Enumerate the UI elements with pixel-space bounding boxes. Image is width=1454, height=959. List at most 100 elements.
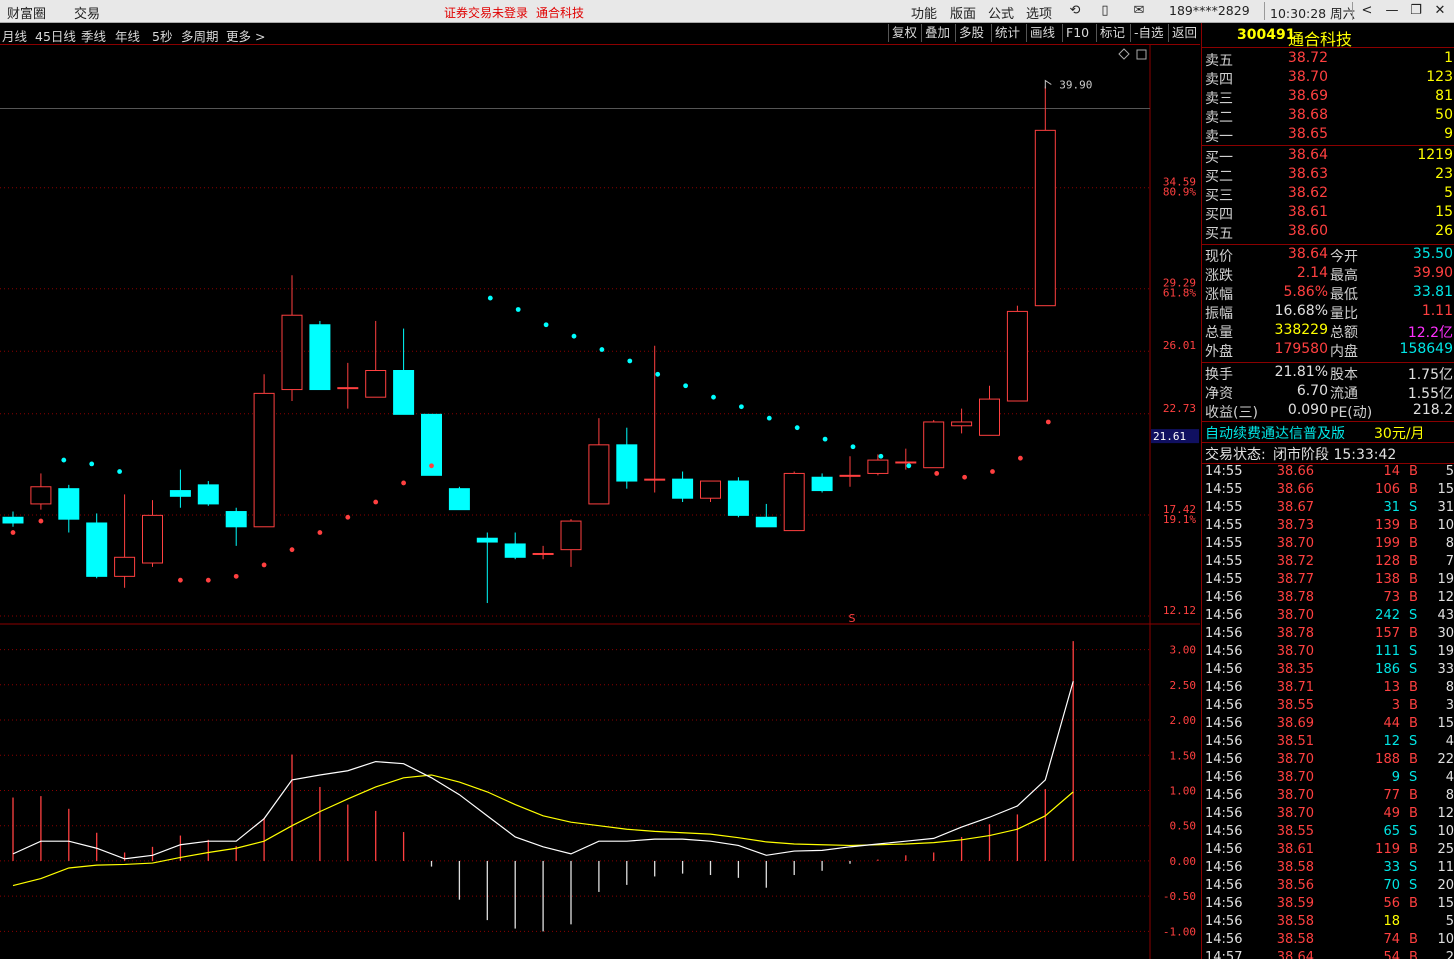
tick-row[interactable]: 14:55 38.66 14 B 5 — [1202, 464, 1454, 482]
tick-row[interactable]: 14:56 38.70 242 S 43 — [1202, 608, 1454, 626]
tick-row[interactable]: 14:55 38.66 106 B 15 — [1202, 482, 1454, 500]
candle-body — [2, 516, 24, 524]
period-quarter[interactable]: 季线 — [81, 26, 106, 45]
tick-time: 14:56 — [1205, 788, 1243, 803]
tick-time: 14:56 — [1205, 878, 1243, 893]
sar-dot — [794, 425, 800, 431]
tick-row[interactable]: 14:56 38.51 12 S 4 — [1202, 734, 1454, 752]
minimize-icon[interactable]: — — [1383, 2, 1401, 20]
kline-chart[interactable]: 39.9034.5980.9%29.2961.8%26.0122.7317.42… — [0, 44, 1200, 959]
tick-time: 14:56 — [1205, 824, 1243, 839]
phone-icon[interactable]: ▯ — [1096, 2, 1114, 20]
fundamental-value: 0.090 — [1287, 402, 1328, 418]
btn-self-select[interactable]: -自选 — [1130, 24, 1167, 42]
refresh-icon[interactable]: ⟲ — [1066, 2, 1084, 20]
tick-time: 14:56 — [1205, 698, 1243, 713]
period-year[interactable]: 年线 — [115, 26, 140, 45]
tick-row[interactable]: 14:56 38.70 49 B 12 — [1202, 806, 1454, 824]
tick-row[interactable]: 14:55 38.67 31 S 31 — [1202, 500, 1454, 518]
ask-book: 卖五 38.72 1 卖四 38.70 123 卖三 38.69 81 卖二 38.68 50 卖一 38… — [1202, 50, 1454, 146]
tick-row[interactable]: 14:56 38.71 13 B 8 — [1202, 680, 1454, 698]
sar-dot — [317, 530, 323, 535]
tick-row[interactable]: 14:56 38.59 56 B 15 — [1202, 896, 1454, 914]
tick-side: B — [1409, 932, 1418, 947]
tick-side: B — [1409, 482, 1418, 497]
tick-time: 14:56 — [1205, 590, 1243, 605]
bid-volume: 1219 — [1417, 147, 1453, 163]
tick-row[interactable]: 14:56 38.55 65 S 10 — [1202, 824, 1454, 842]
bid-label: 买三 — [1205, 188, 1233, 204]
menu-layout[interactable]: 版面 — [950, 3, 976, 22]
tick-side: B — [1409, 896, 1418, 911]
mail-icon[interactable]: ✉ — [1130, 2, 1148, 20]
tick-time: 14:56 — [1205, 734, 1243, 749]
promo-row[interactable]: 自动续费通达信普及版 30元/月 — [1202, 422, 1454, 443]
tick-row[interactable]: 14:56 38.70 9 S 4 — [1202, 770, 1454, 788]
tick-row[interactable]: 14:56 38.55 3 B 3 — [1202, 698, 1454, 716]
tick-list[interactable]: 14:55 38.66 14 B 5 14:55 38.66 106 B 15 14:55 38.67… — [1202, 464, 1454, 959]
btn-return[interactable]: 返回 — [1168, 24, 1200, 42]
close-icon[interactable]: ✕ — [1431, 2, 1449, 20]
tick-row[interactable]: 14:56 38.70 188 B 22 — [1202, 752, 1454, 770]
candle-body — [281, 314, 303, 391]
period-month[interactable]: 月线 — [2, 26, 27, 45]
tick-row[interactable]: 14:56 38.58 33 S 11 — [1202, 860, 1454, 878]
tick-row[interactable]: 14:57 38.64 54 B 2 — [1202, 950, 1454, 959]
login-warning[interactable]: 证券交易未登录 — [444, 4, 528, 21]
high-marker-label: 39.90 — [1059, 78, 1092, 91]
tick-row[interactable]: 14:56 38.70 77 B 8 — [1202, 788, 1454, 806]
menu-trade[interactable]: 交易 — [74, 3, 100, 22]
ask-volume: 9 — [1444, 126, 1453, 142]
tick-count: 10 — [1437, 518, 1454, 533]
tick-price: 38.51 — [1276, 734, 1314, 749]
split-marker-icon: S — [849, 612, 856, 625]
period-5sec[interactable]: 5秒 — [152, 26, 172, 45]
btn-overlay[interactable]: 叠加 — [921, 24, 953, 42]
menu-formula[interactable]: 公式 — [988, 3, 1014, 22]
tick-row[interactable]: 14:56 38.78 73 B 12 — [1202, 590, 1454, 608]
fundamental-label: 换手 — [1205, 367, 1233, 383]
tick-row[interactable]: 14:55 38.73 139 B 10 — [1202, 518, 1454, 536]
promo-price[interactable]: 30元/月 — [1374, 423, 1425, 443]
tick-side: B — [1409, 536, 1418, 551]
tick-price: 38.67 — [1276, 500, 1314, 515]
btn-multistock[interactable]: 多股 — [955, 24, 987, 42]
btn-mark[interactable]: 标记 — [1096, 24, 1128, 42]
btn-f10[interactable]: F10 — [1062, 24, 1092, 42]
tick-row[interactable]: 14:56 38.78 157 B 30 — [1202, 626, 1454, 644]
menu-options[interactable]: 选项 — [1026, 3, 1052, 22]
period-more[interactable]: 更多 > — [226, 26, 265, 45]
tick-row[interactable]: 14:56 38.70 111 S 19 — [1202, 644, 1454, 662]
tick-volume: 56 — [1383, 896, 1400, 911]
menu-caifuquan[interactable]: 财富圈 — [7, 3, 46, 22]
ask-price: 38.72 — [1287, 50, 1328, 66]
bid-book: 买一 38.64 1219 买二 38.63 23 买三 38.62 5 买四 38.61 15 买五 3… — [1202, 147, 1454, 245]
price-axis-label: 22.73 — [1163, 402, 1196, 415]
user-phone[interactable]: 189****2829 — [1169, 3, 1250, 18]
tick-row[interactable]: 14:56 38.69 44 B 15 — [1202, 716, 1454, 734]
tick-row[interactable]: 14:56 38.61 119 B 25 — [1202, 842, 1454, 860]
candle-body — [476, 537, 498, 543]
tick-row[interactable]: 14:56 38.35 186 S 33 — [1202, 662, 1454, 680]
tick-row[interactable]: 14:55 38.77 138 B 19 — [1202, 572, 1454, 590]
back-icon[interactable]: < — [1358, 2, 1376, 20]
btn-fuquan[interactable]: 复权 — [888, 24, 920, 42]
tick-row[interactable]: 14:55 38.70 199 B 8 — [1202, 536, 1454, 554]
tick-row[interactable]: 14:56 38.56 70 S 20 — [1202, 878, 1454, 896]
tick-volume: 13 — [1383, 680, 1400, 695]
ask-price: 38.65 — [1287, 126, 1328, 142]
restore-icon[interactable]: ❐ — [1407, 2, 1425, 20]
tick-row[interactable]: 14:56 38.58 18 5 — [1202, 914, 1454, 932]
promo-text[interactable]: 自动续费通达信普及版 — [1205, 423, 1345, 443]
period-45day[interactable]: 45日线 — [35, 26, 76, 45]
btn-draw[interactable]: 画线 — [1026, 24, 1058, 42]
btn-stats[interactable]: 统计 — [991, 24, 1023, 42]
tick-count: 5 — [1445, 464, 1454, 479]
tick-row[interactable]: 14:56 38.58 74 B 10 — [1202, 932, 1454, 950]
period-multi[interactable]: 多周期 — [181, 26, 219, 45]
tick-time: 14:56 — [1205, 680, 1243, 695]
menu-function[interactable]: 功能 — [911, 3, 937, 22]
tick-row[interactable]: 14:55 38.72 128 B 7 — [1202, 554, 1454, 572]
top-menu-bar: 财富圈 交易 证券交易未登录 通合科技 功能 版面 公式 选项 ⟲ ▯ ✉ 18… — [0, 0, 1454, 23]
ask-volume: 81 — [1435, 88, 1453, 104]
